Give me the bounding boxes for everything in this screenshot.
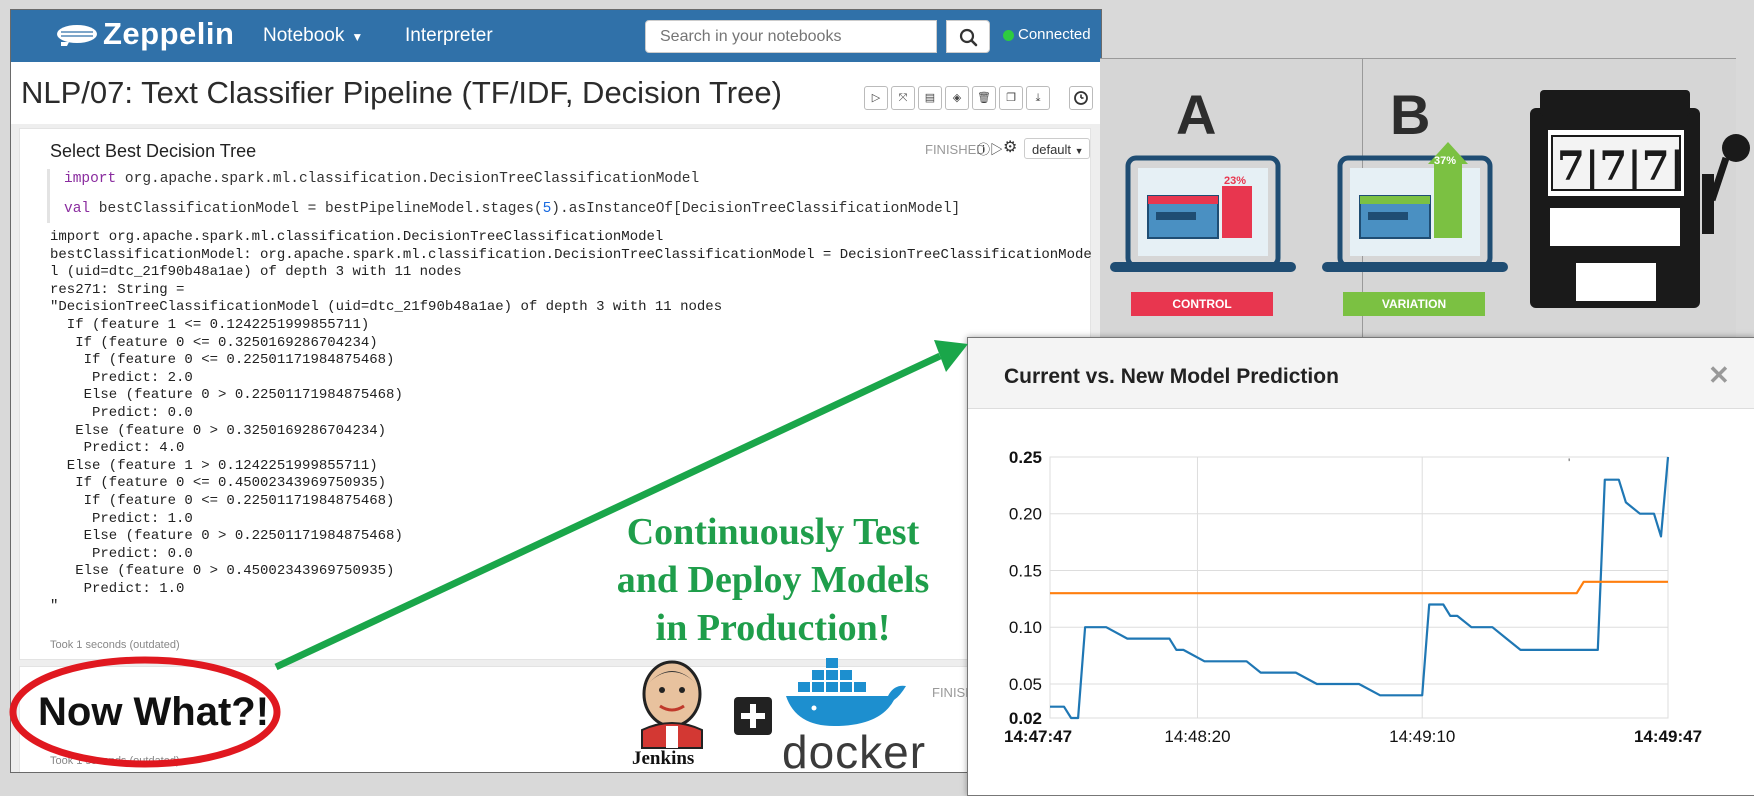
navbar: Zeppelin Notebook ▼ Interpreter Connected bbox=[11, 10, 1101, 62]
code-line: import org.apache.spark.ml.classificatio… bbox=[64, 171, 699, 187]
eraser-icon: ◈ bbox=[952, 92, 962, 104]
search-icon bbox=[959, 28, 978, 47]
chart-dialog: Current vs. New Model Prediction ✕ ' 0.0… bbox=[967, 337, 1754, 796]
schedule-button[interactable] bbox=[1069, 86, 1093, 110]
variant-a-label: A bbox=[1176, 83, 1217, 146]
notebook-content: Select Best Decision Tree FINISHED ⓘ▷ ⚙ … bbox=[11, 124, 1101, 772]
variation-percent: 37% bbox=[1434, 155, 1456, 167]
gear-icon[interactable]: ⚙ bbox=[1003, 137, 1017, 157]
code-text: bestClassificationModel = bestPipelineMo… bbox=[90, 201, 543, 217]
jenkins-label: Jenkins bbox=[632, 748, 695, 769]
show-hide-code-button[interactable]: ⤧ bbox=[891, 86, 915, 110]
slot-reels: 7|7|7| bbox=[1557, 143, 1684, 190]
notebook-title[interactable]: NLP/07: Text Classifier Pipeline (TF/IDF… bbox=[21, 75, 782, 111]
variant-b-label: B bbox=[1390, 83, 1431, 146]
y-tick-label: 0.20 bbox=[1009, 505, 1042, 524]
notebook-search-input[interactable] bbox=[645, 20, 937, 53]
control-badge: CONTROL bbox=[1131, 292, 1273, 316]
chart-title: Current vs. New Model Prediction bbox=[1004, 365, 1339, 388]
code-keyword: import bbox=[64, 171, 117, 187]
chart-dialog-header: Current vs. New Model Prediction ✕ bbox=[968, 338, 1754, 409]
clone-notebook-button[interactable]: ❐ bbox=[999, 86, 1023, 110]
plot-area bbox=[1049, 456, 1669, 719]
docker-whale-icon bbox=[786, 658, 906, 726]
collapse-icon: ⤧ bbox=[898, 92, 908, 104]
series-line-0 bbox=[1050, 456, 1670, 720]
headline-line: and Deploy Models bbox=[616, 559, 930, 601]
code-line: val bestClassificationModel = bestPipeli… bbox=[64, 201, 960, 217]
code-keyword: val bbox=[64, 201, 91, 217]
slide-canvas: { "app": { "logo_text": "Zeppelin" }, "n… bbox=[0, 0, 1754, 796]
execution-time: Took 1 seconds (outdated) bbox=[50, 755, 180, 767]
show-hide-output-button[interactable]: ▤ bbox=[918, 86, 942, 110]
search-button[interactable] bbox=[946, 20, 990, 53]
nav-notebook-label: Notebook bbox=[263, 25, 345, 46]
series-line-1 bbox=[1050, 580, 1668, 595]
code-text: ).asInstanceOf[DecisionTreeClassificatio… bbox=[551, 201, 961, 217]
caret-down-icon: ▼ bbox=[351, 30, 364, 44]
y-tick-label: 0.25 bbox=[1009, 448, 1042, 467]
code-text: org.apache.spark.ml.classification.Decis… bbox=[116, 171, 700, 187]
laptop-b-icon: 37% bbox=[1322, 142, 1508, 272]
y-tick-label: 0.02 bbox=[1009, 709, 1042, 728]
x-tick-label: 14:48:20 bbox=[1164, 727, 1230, 746]
now-what-text: Now What?! bbox=[38, 690, 270, 734]
variation-badge: VARIATION bbox=[1343, 292, 1485, 316]
app-logo-text[interactable]: Zeppelin bbox=[103, 16, 234, 52]
docker-label: docker bbox=[782, 726, 927, 778]
clear-output-button[interactable]: ◈ bbox=[945, 86, 969, 110]
clock-icon bbox=[1074, 91, 1088, 105]
zeppelin-logo-icon[interactable] bbox=[55, 22, 99, 48]
headline-text: Continuously Test and Deploy Models in P… bbox=[588, 508, 958, 652]
slot-machine-icon: 7|7|7| bbox=[1530, 90, 1750, 308]
trash-icon: 🗑 bbox=[977, 92, 991, 104]
x-tick-label: 14:49:47 bbox=[1634, 727, 1702, 746]
zeppelin-window: Zeppelin Notebook ▼ Interpreter Connected… bbox=[10, 9, 1102, 773]
code-editor[interactable]: import org.apache.spark.ml.classificatio… bbox=[47, 169, 1090, 223]
delete-notebook-button[interactable]: 🗑 bbox=[972, 86, 996, 110]
plus-icon bbox=[734, 697, 772, 735]
interpreter-select-value: default bbox=[1032, 142, 1072, 157]
x-tick-label: 14:49:10 bbox=[1389, 727, 1455, 746]
download-icon: ⤓ bbox=[1035, 92, 1041, 104]
notebook-title-bar: NLP/07: Text Classifier Pipeline (TF/IDF… bbox=[11, 62, 1101, 125]
run-paragraph-icon[interactable]: ⓘ▷ bbox=[977, 139, 1003, 158]
export-notebook-button[interactable]: ⤓ bbox=[1026, 86, 1050, 110]
caret-down-icon: ▼ bbox=[1074, 146, 1084, 156]
y-tick-label: 0.05 bbox=[1009, 675, 1042, 694]
connection-status-text: Connected bbox=[1018, 26, 1091, 43]
y-tick-label: 0.10 bbox=[1009, 618, 1042, 637]
headline-line: Continuously Test bbox=[626, 511, 920, 553]
nav-interpreter-link[interactable]: Interpreter bbox=[405, 25, 493, 47]
book-icon: ▤ bbox=[924, 92, 936, 104]
close-icon[interactable]: ✕ bbox=[1708, 360, 1730, 391]
y-tick-label: 0.15 bbox=[1009, 561, 1042, 580]
play-icon: ▷ bbox=[871, 92, 881, 104]
x-tick-label: 14:47:47 bbox=[1004, 727, 1072, 746]
clone-icon: ❐ bbox=[1006, 92, 1016, 104]
connection-status-dot-icon bbox=[1003, 30, 1014, 41]
run-all-button[interactable]: ▷ bbox=[864, 86, 888, 110]
line-chart: 0.02 0.05 0.10 0.15 0.20 0.25 14:47:47 14:48:20… bbox=[1004, 448, 1702, 746]
laptop-a-icon: 23% bbox=[1110, 155, 1296, 272]
paragraph-title[interactable]: Select Best Decision Tree bbox=[50, 141, 256, 162]
nav-notebook-menu[interactable]: Notebook ▼ bbox=[263, 25, 363, 47]
execution-time: Took 1 seconds (outdated) bbox=[50, 639, 180, 651]
code-number: 5 bbox=[542, 201, 552, 217]
control-percent: 23% bbox=[1224, 175, 1246, 187]
headline-line: in Production! bbox=[655, 607, 891, 649]
jenkins-logo-icon bbox=[641, 660, 703, 749]
interpreter-select[interactable]: default ▼ bbox=[1024, 138, 1090, 159]
